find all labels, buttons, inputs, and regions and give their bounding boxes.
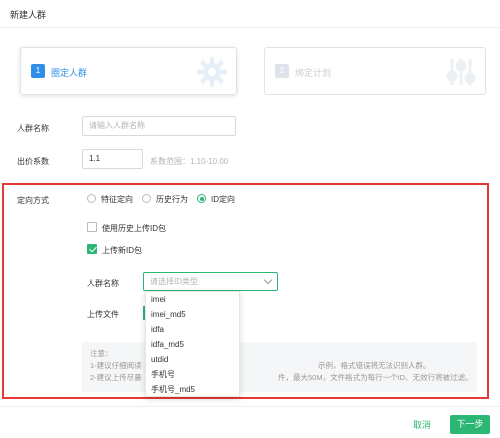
notes-title: 注意： xyxy=(90,349,113,358)
dialog-title: 新建人群 xyxy=(10,10,47,20)
dropdown-option[interactable]: idfa_md5 xyxy=(146,337,239,352)
bid-range-hint: 系数范围：1.10-10.00 xyxy=(150,157,229,166)
dialog-footer: 取消 下一步 xyxy=(0,406,500,438)
note-line-2-end: 件，最大50M，文件格式为每行一个ID、无效行将被过滤。 xyxy=(278,373,473,382)
id-type-select[interactable]: 请选择ID类型 xyxy=(143,272,278,291)
chevron-down-icon xyxy=(263,275,273,285)
step-number: 2 xyxy=(275,64,289,78)
radio-label: ID定向 xyxy=(211,195,235,204)
radio-label: 历史行为 xyxy=(156,195,188,204)
select-placeholder: 请选择ID类型 xyxy=(150,277,198,286)
dialog-header: 新建人群 xyxy=(0,0,500,28)
dropdown-option[interactable]: 手机号_md5 xyxy=(146,382,239,397)
notes-panel: 注意： 1-建议仔细阅读 示例，格式错误将无法识别人群。 2-建议上传尽量 件，… xyxy=(82,342,477,392)
dropdown-option[interactable]: imei xyxy=(146,292,239,307)
step-label: 绑定计划 xyxy=(295,68,332,78)
dropdown-option[interactable]: idfa xyxy=(146,322,239,337)
step-label: 圈定人群 xyxy=(51,68,88,78)
upload-new-id-checkbox[interactable] xyxy=(87,244,97,254)
audience-name-label: 人群名称 xyxy=(17,124,49,133)
step-card-select-audience[interactable]: 1 圈定人群 xyxy=(20,47,237,95)
upload-file-label: 上传文件 xyxy=(87,310,119,319)
use-history-id-checkbox[interactable] xyxy=(87,222,97,232)
bid-factor-label: 出价系数 xyxy=(17,157,49,166)
step-number: 1 xyxy=(31,64,45,78)
radio-label: 特征定向 xyxy=(101,195,133,204)
radio-history-behavior[interactable] xyxy=(142,194,151,203)
radio-id-targeting[interactable] xyxy=(197,194,206,203)
audience-name-input[interactable]: 请输入人群名称 xyxy=(82,116,236,136)
id-type-label: 人群名称 xyxy=(87,279,119,288)
radio-feature-targeting[interactable] xyxy=(87,194,96,203)
note-line-2-start: 2-建议上传尽量 xyxy=(90,373,142,382)
checkbox-label: 使用历史上传ID包 xyxy=(102,224,166,233)
dropdown-option[interactable]: utdid xyxy=(146,352,239,367)
bid-factor-input[interactable]: 1.1 xyxy=(82,149,143,169)
note-line-1-end: 示例，格式错误将无法识别人群。 xyxy=(318,361,431,370)
next-button[interactable]: 下一步 xyxy=(450,415,490,434)
sliders-icon xyxy=(446,59,476,85)
step-card-bind-plan[interactable]: 2 绑定计划 xyxy=(264,47,486,95)
checkbox-label: 上传新ID包 xyxy=(102,246,142,255)
cancel-button[interactable]: 取消 xyxy=(413,418,431,431)
note-line-1-start: 1-建议仔细阅读 xyxy=(90,361,142,370)
id-type-dropdown: imei imei_md5 idfa idfa_md5 utdid 手机号 手机… xyxy=(145,291,240,397)
targeting-label: 定向方式 xyxy=(17,196,49,205)
dropdown-option[interactable]: 手机号 xyxy=(146,367,239,382)
dropdown-option[interactable]: imei_md5 xyxy=(146,307,239,322)
gear-icon xyxy=(197,57,227,87)
